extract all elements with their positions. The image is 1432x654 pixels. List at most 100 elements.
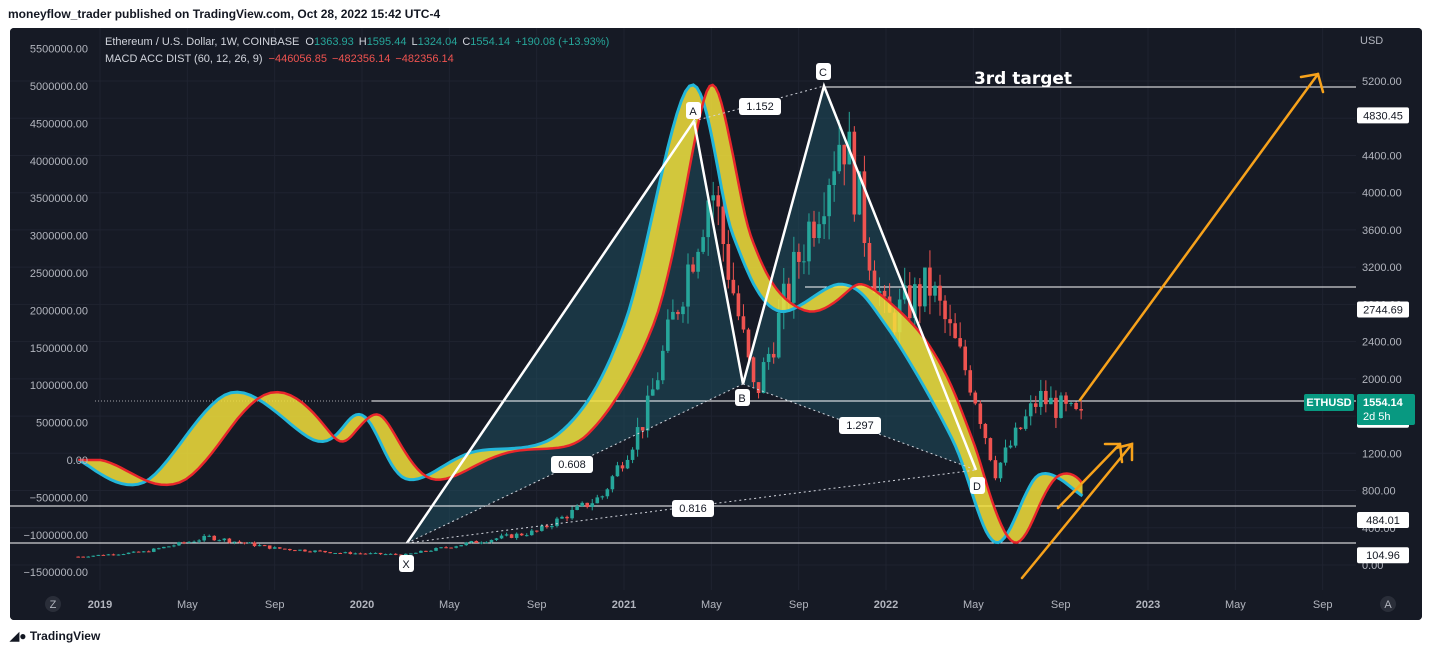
candle-body: [822, 216, 826, 225]
candle-body: [741, 316, 746, 330]
candle-body: [252, 542, 257, 547]
candle-body: [1013, 427, 1018, 446]
candle-body: [817, 224, 821, 239]
time-label: 2020: [350, 599, 374, 611]
candle-body: [474, 541, 479, 543]
candle-body: [106, 554, 111, 556]
candle-body: [529, 530, 534, 536]
candle-body: [565, 516, 569, 519]
indicator-tick-label: 4500000.00: [30, 118, 88, 130]
indicator-tick-label: 5000000.00: [30, 81, 88, 93]
price-tick-label: 3600.00: [1362, 225, 1402, 237]
candle-body: [308, 551, 312, 553]
time-label: Sep: [789, 599, 809, 611]
candle-body: [867, 243, 872, 271]
candle-body: [545, 525, 549, 528]
candle-body: [575, 506, 579, 510]
candle-body: [580, 502, 584, 507]
candle-body: [207, 535, 212, 537]
symbol-tag: ETHUSD: [1306, 397, 1351, 409]
candle-body: [217, 540, 222, 542]
candle-body: [247, 542, 252, 544]
level-tag: 2744.69: [1363, 305, 1403, 317]
candle-body: [726, 244, 731, 280]
candle-body: [812, 221, 816, 239]
candle-body: [449, 547, 453, 549]
candle-body: [136, 551, 141, 553]
candle-body: [605, 489, 610, 497]
candle-body: [736, 293, 741, 317]
chart-panel[interactable]: 0.608 1.152 1.297 0.816 X A B C D 3rd ta…: [10, 28, 1422, 620]
candle-body: [681, 306, 685, 315]
candle-body: [560, 516, 564, 519]
chart-canvas[interactable]: 0.608 1.152 1.297 0.816 X A B C D 3rd ta…: [10, 28, 1422, 620]
candle-body: [272, 547, 277, 549]
candle-body: [368, 553, 373, 555]
candle-body: [832, 171, 836, 186]
indicator-tick-label: 4000000.00: [30, 156, 88, 168]
time-label: Sep: [1051, 599, 1071, 611]
candle-body: [776, 312, 781, 358]
point-a-label: A: [689, 106, 697, 118]
candle-body: [409, 553, 413, 555]
candle-body: [1059, 395, 1063, 418]
level-tag: 104.96: [1366, 550, 1400, 562]
candle-body: [378, 552, 383, 555]
candle-body: [313, 550, 317, 553]
candle-body: [328, 552, 332, 554]
ratio-bcd: 1.297: [846, 420, 874, 432]
candle-body: [1064, 395, 1068, 404]
candle-body: [172, 545, 176, 547]
legend-low: 1324.04: [418, 36, 458, 48]
candle-body: [524, 535, 529, 537]
legend-indicator: MACD ACC DIST (60, 12, 26, 9) −446056.85−…: [105, 53, 454, 65]
candle-body: [640, 427, 645, 431]
indicator-tick-label: 0.00: [67, 455, 88, 467]
candle-body: [1003, 447, 1008, 463]
candle-body: [267, 545, 272, 549]
price-tag: 1554.14: [1363, 397, 1404, 409]
candle-body: [555, 518, 559, 527]
tradingview-brand[interactable]: ◢● TradingView: [10, 629, 100, 643]
candle-body: [585, 502, 590, 508]
point-b-label: B: [738, 393, 745, 405]
countdown: 2d 5h: [1363, 411, 1391, 423]
candle-body: [716, 195, 721, 207]
candle-body: [923, 267, 927, 307]
candle-body: [469, 541, 474, 543]
candle-body: [414, 552, 418, 554]
candle-body: [691, 264, 695, 272]
candle-body: [383, 554, 388, 556]
candle-body: [464, 542, 469, 546]
candle-body: [388, 553, 393, 555]
candle-body: [338, 552, 343, 554]
time-axis[interactable]: 2019 May Sep 2020 May Sep 2021 May Sep 2022 May Sep…: [88, 599, 1333, 611]
candle-body: [227, 538, 232, 543]
candle-body: [610, 476, 615, 490]
price-tick-label: 3200.00: [1362, 262, 1402, 274]
candle-body: [116, 554, 121, 556]
candle-body: [373, 552, 378, 554]
price-tick-label: 4400.00: [1362, 150, 1402, 162]
brand-name: TradingView: [29, 629, 101, 643]
time-label: Sep: [1313, 599, 1333, 611]
time-label: May: [177, 599, 198, 611]
candle-body: [928, 267, 932, 296]
time-label: 2022: [874, 599, 898, 611]
ratio-abc: 1.152: [746, 101, 774, 113]
candle-body: [333, 552, 338, 554]
candle-body: [650, 389, 655, 396]
indicator-tick-label: 2000000.00: [30, 305, 88, 317]
candle-body: [242, 542, 247, 544]
candle-body: [439, 547, 443, 549]
ratio-xad: 0.816: [679, 503, 707, 515]
candle-body: [182, 542, 186, 544]
candle-body: [96, 554, 101, 556]
candle-body: [111, 554, 116, 556]
candle-body: [918, 284, 922, 307]
candle-body: [151, 548, 156, 552]
candle-body: [620, 465, 625, 469]
candle-body: [792, 251, 796, 303]
indicator-tick-label: 500000.00: [36, 418, 88, 430]
indicator-scale[interactable]: 5500000.00 5000000.00 4500000.00 4000000.00…: [23, 44, 88, 580]
